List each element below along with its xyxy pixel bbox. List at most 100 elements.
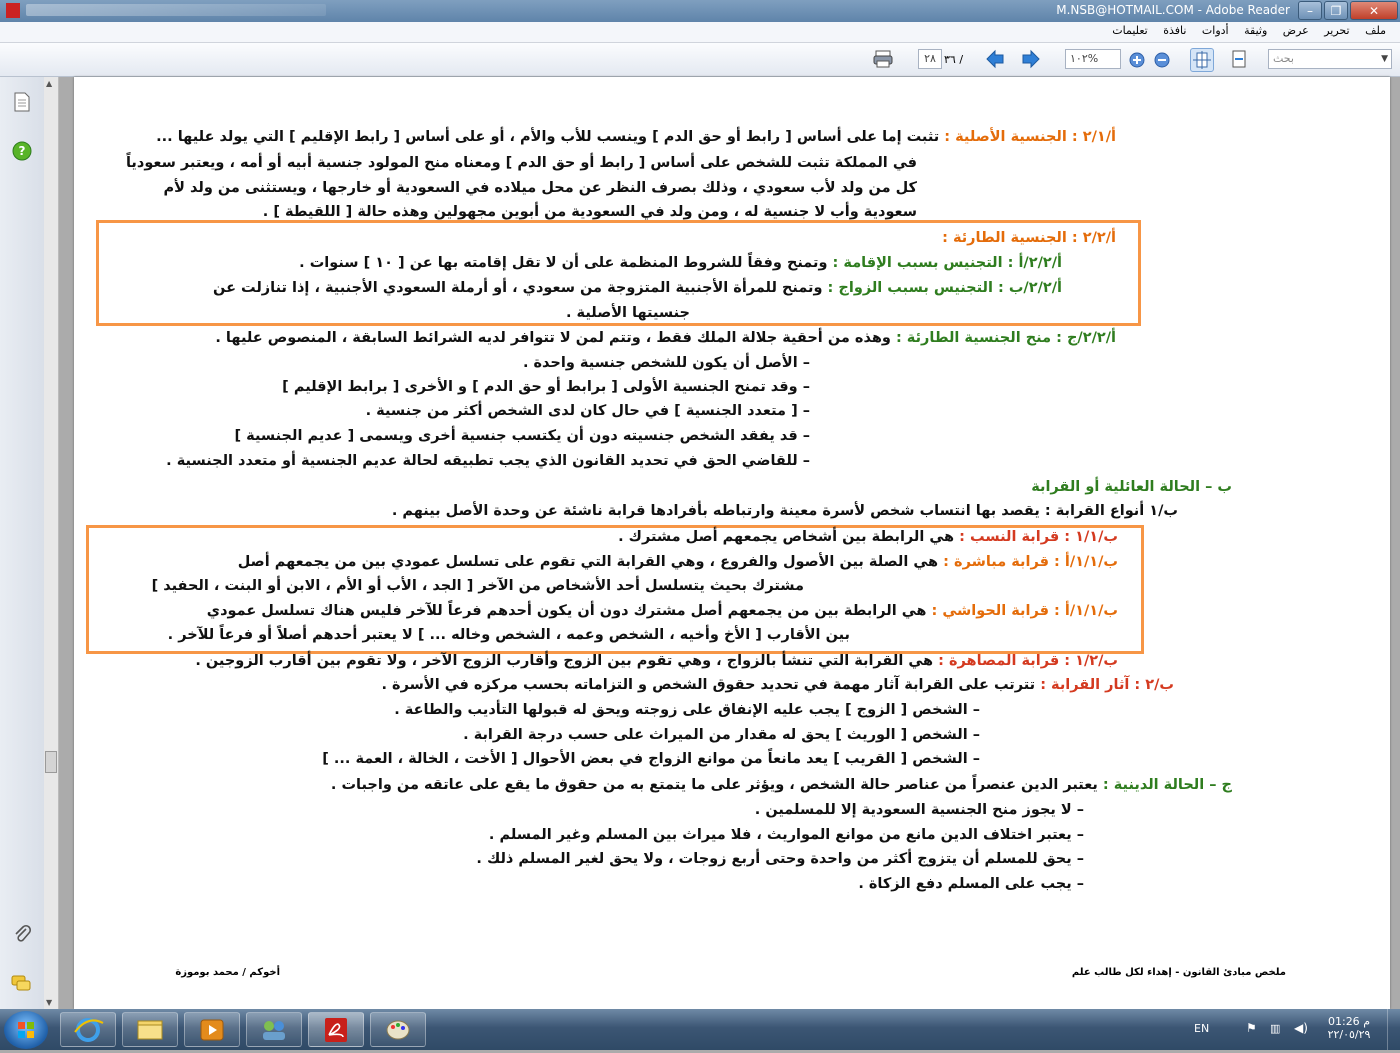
search-placeholder: بحث xyxy=(1273,52,1294,65)
line-text: وتمنح للمرأة الأجنبية المتزوجة من سعودي … xyxy=(213,280,823,296)
subsection-heading: أ/٢/٢/أ : التجنيس بسبب الإقامة : xyxy=(827,255,1062,271)
line-text: تترتب على القرابة آثار مهمة في تحديد حقو… xyxy=(381,677,1036,693)
taskbar-users-icon[interactable] xyxy=(246,1012,302,1047)
page-count: / ٣٦ xyxy=(944,53,964,66)
line-text: – للقاضي الحق في تحديد القانون الذي يجب … xyxy=(166,453,810,469)
taskbar-adobe-reader-icon[interactable] xyxy=(308,1012,364,1047)
page-number-input[interactable]: ٢٨ xyxy=(918,49,942,69)
bullet-item: – لا يجوز منح الجنسية السعودية إلا للمسل… xyxy=(755,802,1084,818)
window-title: M.NSB@HOTMAIL.COM - Adobe Reader xyxy=(1056,3,1290,17)
zoom-select[interactable]: ١٠٢% xyxy=(1065,49,1121,69)
footer-left: أخوكم / محمد بوموزة xyxy=(175,967,280,978)
line-text: – يحق للمسلم أن يتزوج أكثر من واحدة وحتى… xyxy=(476,851,1084,867)
taskbar-file-explorer-icon[interactable] xyxy=(122,1012,178,1047)
doc-line: مشترك بحيث يتسلسل أحد الأشخاص من الآخر [… xyxy=(152,578,804,594)
zoom-in-icon[interactable] xyxy=(1128,51,1150,73)
line-text: – يجب على المسلم دفع الزكاة . xyxy=(858,876,1084,892)
clock-time: 01:26 م xyxy=(1327,1015,1370,1028)
volume-icon[interactable]: ◀) xyxy=(1294,1021,1308,1035)
line-text: كل من ولد لأب سعودي ، وذلك بصرف النظر عن… xyxy=(163,180,917,196)
bullet-item: – يجب على المسلم دفع الزكاة . xyxy=(858,876,1084,892)
line-text: يعتبر الدين عنصراً من عناصر حالة الشخص ،… xyxy=(330,777,1098,793)
next-page-icon[interactable] xyxy=(1020,48,1042,70)
close-button[interactable]: ✕ xyxy=(1350,1,1398,20)
fit-width-icon[interactable] xyxy=(1228,48,1250,70)
line-text: هي الصلة بين الأصول والفروع ، وهي القراب… xyxy=(237,554,939,570)
line-text: في المملكة تثبت للشخص على أساس [ رابط أو… xyxy=(125,155,917,171)
pages-panel-icon[interactable] xyxy=(12,91,32,117)
bullet-item: – للقاضي الحق في تحديد القانون الذي يجب … xyxy=(166,453,810,469)
search-dropdown-icon[interactable]: ▼ xyxy=(1381,50,1388,68)
section-heading: ب – الحالة العائلية أو القرابة xyxy=(1031,479,1232,495)
line-text: ب/١ أنواع القرابة : يقصد بها انتساب شخص … xyxy=(391,503,1178,519)
doc-line: ب – الحالة العائلية أو القرابة xyxy=(1031,479,1232,495)
menu-window[interactable]: نافذة xyxy=(1163,24,1186,37)
line-text: مشترك بحيث يتسلسل أحد الأشخاص من الآخر [… xyxy=(151,578,804,594)
subsection-heading: ب/١/٢ : قرابة المصاهرة : xyxy=(933,653,1118,669)
menu-view[interactable]: عرض xyxy=(1283,24,1309,37)
navigation-pane: ? xyxy=(0,77,45,1009)
start-button[interactable] xyxy=(4,1011,48,1049)
previous-page-icon[interactable] xyxy=(984,48,1006,70)
search-input[interactable]: بحث ▼ xyxy=(1268,49,1392,69)
bullet-item: – يعتبر اختلاف الدين مانع من موانع الموا… xyxy=(489,827,1084,843)
menu-bar: ملف تحرير عرض وثيقة أدوات نافذة تعليمات xyxy=(0,22,1400,43)
doc-line: أ/٢/٢/أ : التجنيس بسبب الإقامة : وتمنح و… xyxy=(299,255,1062,271)
toolbar: ٢٨ / ٣٦ ١٠٢% بحث ▼ xyxy=(0,43,1400,77)
line-text: – يعتبر اختلاف الدين مانع من موانع الموا… xyxy=(488,827,1084,843)
subsection-heading: أ/٢/٢/ج : منح الجنسية الطارئة : xyxy=(890,330,1116,346)
line-text: سعودية وأب لا جنسية له ، ومن ولد في السع… xyxy=(262,204,917,220)
subsection-heading: ب/٢ : آثار القرابة : xyxy=(1035,677,1174,693)
print-icon[interactable] xyxy=(872,48,894,70)
line-text: – الشخص [ القريب ] يعد مانعاً من موانع ا… xyxy=(322,751,980,767)
line-text: – الشخص [ الزوج ] يجب عليه الإنفاق على ز… xyxy=(394,702,980,718)
footer-right: ملخص مبادئ القانون - إهداء لكل طالب علم xyxy=(1071,967,1286,978)
svg-text:?: ? xyxy=(19,144,26,158)
doc-line: في المملكة تثبت للشخص على أساس [ رابط أو… xyxy=(126,155,917,171)
line-text: وهذه من أحقية جلالة الملك فقط ، وتتم لمن… xyxy=(215,330,891,346)
doc-line: ب/١/١/أ : قرابة الحواشي : هي الرابطة بين… xyxy=(207,603,1118,619)
menu-tools[interactable]: أدوات xyxy=(1202,24,1229,37)
doc-line: بين الأقارب [ الأخ وأخيه ، الشخص وعمه ، … xyxy=(168,627,850,643)
line-text: – الأصل أن يكون للشخص جنسية واحدة . xyxy=(522,355,810,371)
minimize-button[interactable]: – xyxy=(1298,1,1322,20)
language-indicator[interactable]: EN xyxy=(1194,1022,1209,1035)
scrollbar-thumb[interactable] xyxy=(45,751,57,773)
line-text: هي القرابة التي تنشأ بالزواج ، وهي تقوم … xyxy=(195,653,934,669)
line-text: – قد يفقد الشخص جنسيته دون أن يكتسب جنسي… xyxy=(234,428,811,444)
taskbar: EN ⚑ ▥ ◀) 01:26 م ٢٢/٠٥/٢٩ xyxy=(0,1009,1400,1050)
doc-line: كل من ولد لأب سعودي ، وذلك بصرف النظر عن… xyxy=(164,180,917,196)
scroll-up-icon[interactable]: ▲ xyxy=(46,79,52,88)
line-text: هي الرابطة بين من يجمعهم أصل مشترك دون أ… xyxy=(206,603,927,619)
attachments-icon[interactable] xyxy=(12,923,32,949)
bullet-item: – قد يفقد الشخص جنسيته دون أن يكتسب جنسي… xyxy=(235,428,811,444)
scroll-down-icon[interactable]: ▼ xyxy=(46,998,52,1007)
document-page: أ/٢/١ : الجنسية الأصلية : تثبت إما على أ… xyxy=(74,77,1390,1009)
show-desktop-button[interactable] xyxy=(1387,1009,1400,1050)
taskbar-internet-explorer-icon[interactable] xyxy=(60,1012,116,1047)
taskbar-paint-icon[interactable] xyxy=(370,1012,426,1047)
menu-document[interactable]: وثيقة xyxy=(1244,24,1267,37)
taskbar-media-player-icon[interactable] xyxy=(184,1012,240,1047)
menu-file[interactable]: ملف xyxy=(1365,24,1386,37)
vertical-scrollbar[interactable]: ▲ ▼ xyxy=(44,77,59,1009)
clock-date: ٢٢/٠٥/٢٩ xyxy=(1327,1028,1371,1041)
doc-line: سعودية وأب لا جنسية له ، ومن ولد في السع… xyxy=(263,204,917,220)
maximize-button[interactable]: ❐ xyxy=(1324,1,1348,20)
bullet-item: – وقد تمنح الجنسية الأولى [ برابط أو حق … xyxy=(282,379,810,395)
line-text: هي الرابطة بين أشخاص يجمعهم أصل مشترك . xyxy=(618,529,955,545)
flag-icon[interactable]: ⚑ xyxy=(1246,1021,1257,1035)
network-icon[interactable]: ▥ xyxy=(1270,1022,1280,1035)
menu-edit[interactable]: تحرير xyxy=(1324,24,1349,37)
comments-icon[interactable] xyxy=(10,973,32,997)
blurred-tab-area xyxy=(26,4,326,16)
menu-help[interactable]: تعليمات xyxy=(1112,24,1147,37)
zoom-out-icon[interactable] xyxy=(1153,51,1175,73)
adobe-reader-app-icon[interactable] xyxy=(6,3,20,18)
fit-page-icon[interactable] xyxy=(1190,48,1214,72)
help-icon[interactable]: ? xyxy=(12,141,32,165)
doc-line: ب/١ أنواع القرابة : يقصد بها انتساب شخص … xyxy=(392,503,1178,519)
subsection-heading: ب/١/١/أ : قرابة مباشرة : xyxy=(938,554,1118,570)
line-text: – لا يجوز منح الجنسية السعودية إلا للمسل… xyxy=(754,802,1084,818)
clock[interactable]: 01:26 م ٢٢/٠٥/٢٩ xyxy=(1326,1015,1372,1041)
